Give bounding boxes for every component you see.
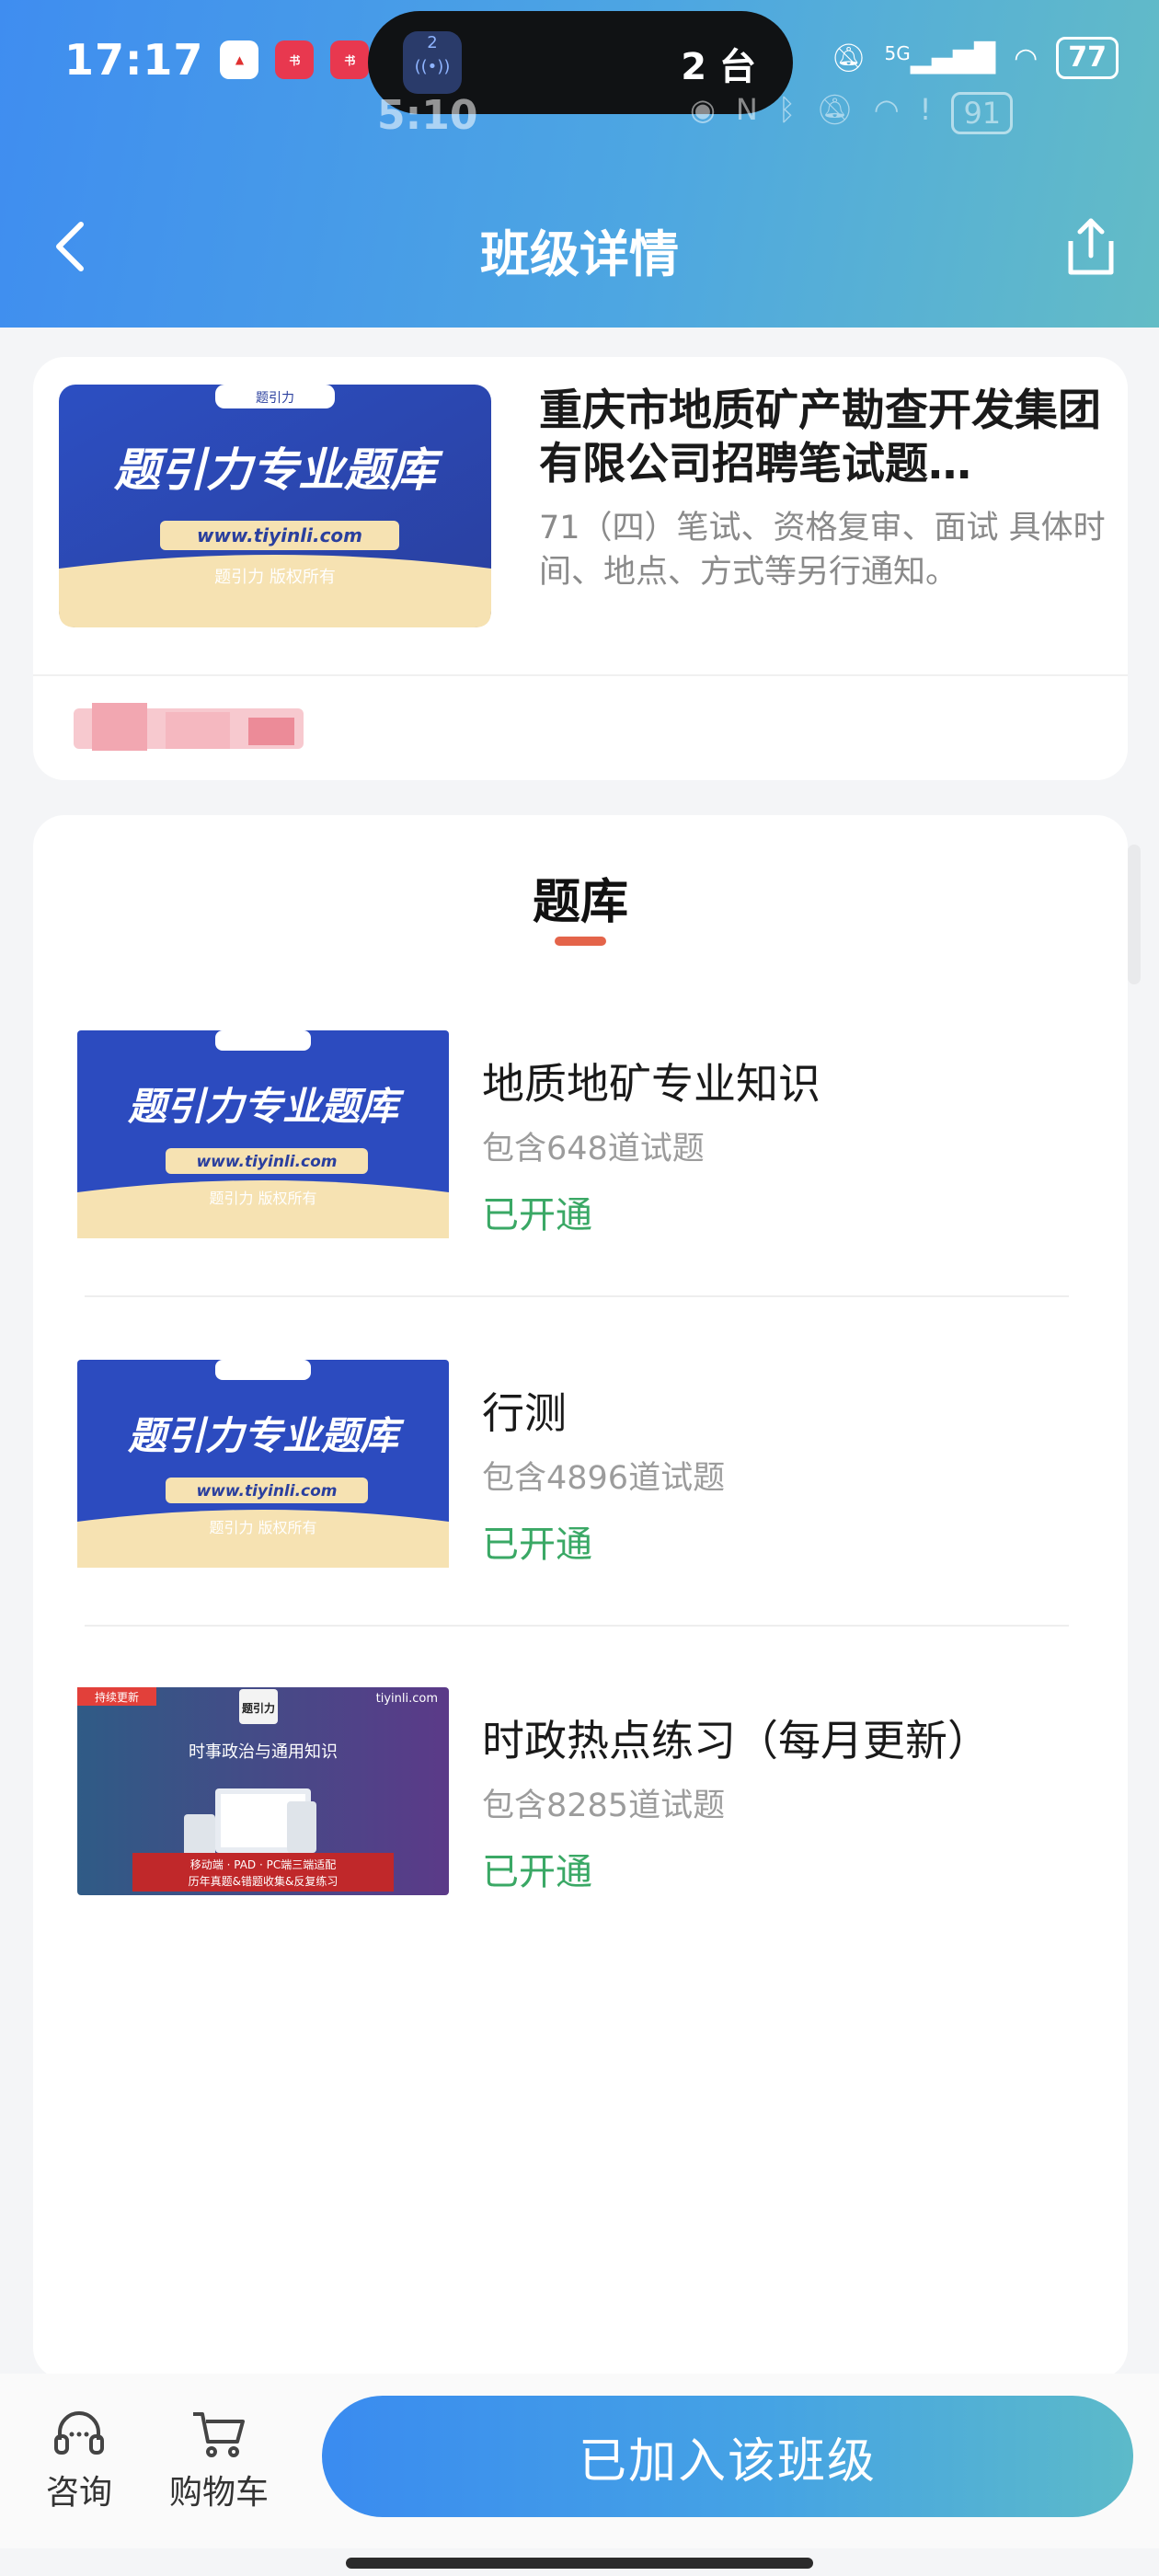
alert-icon: ! [919,92,932,127]
cover-url: www.tiyinli.com [197,524,362,546]
cart-label: 购物车 [169,2474,270,2512]
item-status: 已开通 [482,1851,592,1893]
battery-indicator: 77 [1056,37,1119,79]
ghost-status-time: 5:10 [377,92,478,139]
eye-icon: ◉ [690,92,716,127]
headset-icon [54,2411,104,2455]
wifi-icon: ◠ [1014,41,1039,75]
cover-line1: 移动端 · PAD · PC端三端适配 [190,1858,336,1871]
question-bank-item[interactable]: 持续更新 题引力 tiyinli.com 时事政治与通用知识 移动端 · PAD… [77,1687,1107,1904]
price-blurred [74,703,304,751]
cart-icon [193,2412,245,2457]
status-time: 17:17 [64,35,204,85]
cover-line2: 历年真题&错题收集&反复练习 [189,1874,339,1888]
cover-title: 题引力专业题库 [113,443,443,497]
cover-heading: 时事政治与通用知识 [189,1742,338,1762]
item-cover-copyright: 题引力 版权所有 [209,1190,316,1207]
bluetooth-icon: ᛒ [777,92,797,127]
item-name: 时政热点练习（每月更新） [482,1716,990,1765]
status-bar-right: 🔕︎ 5G▂▄▆█ ◠ 77 [831,37,1119,79]
cover-logo: 题引力 [242,1701,275,1715]
consult-button[interactable]: 咨询 [46,2409,112,2513]
broadcast-icon: 2 ((•)) [403,31,462,94]
question-bank-item[interactable]: 题引力专业题库 www.tiyinli.com 题引力 版权所有 行测 包含48… [77,1360,1107,1577]
xiaohongshu-icon-2: 书 [330,40,370,79]
header: 17:17 ▲ 书 书 2 ((•)) 2 台 🔕︎ 5G▂▄▆█ ◠ 77 5:… [0,0,1159,328]
signal-icon: 5G▂▄▆█ [884,41,996,75]
consult-label: 咨询 [46,2474,113,2512]
item-cover-copyright: 题引力 版权所有 [209,1519,316,1536]
app-notification-icon: ▲ [220,40,259,79]
cover-brand: 题引力 [256,391,294,406]
item-status: 已开通 [482,1194,592,1236]
page-title: 班级详情 [480,225,679,283]
question-bank-item[interactable]: 题引力专业题库 www.tiyinli.com 题引力 版权所有 地质地矿专业知… [77,1030,1107,1248]
item-cover-url: www.tiyinli.com [196,1482,337,1501]
ghost-status-icons: ◉ N ᛒ 🔕︎ ◠ ! 91 [690,92,1014,134]
class-title: 重庆市地质矿产勘查开发集团有限公司招聘笔试题… [539,385,1101,489]
status-bar-left: 17:17 ▲ 书 书 [64,35,370,85]
item-count: 包含4896道试题 [482,1460,726,1497]
home-indicator[interactable] [346,2558,813,2569]
cover-site: tiyinli.com [376,1692,438,1706]
network-label: 5G [884,41,911,64]
ghost-wifi-icon: ◠ [873,92,900,127]
item-cover-title: 题引力专业题库 [127,1084,405,1129]
item-count: 包含8285道试题 [482,1788,726,1824]
cart-button[interactable]: 购物车 [169,2409,269,2513]
item-cover-image: 持续更新 题引力 tiyinli.com 时事政治与通用知识 移动端 · PAD… [77,1687,449,1895]
tab-underline [555,937,606,946]
island-text: 2 台 [681,46,756,88]
item-cover-url: www.tiyinli.com [196,1153,337,1171]
class-description: 71（四）笔试、资格复审、面试 具体时间、地点、方式等另行通知。 [539,510,1106,591]
xiaohongshu-icon: 书 [275,40,315,79]
ghost-battery: 91 [951,92,1014,134]
join-class-button[interactable]: 已加入该班级 [322,2396,1133,2517]
bottom-action-bar: 咨询 购物车 已加入该班级 [0,2374,1159,2548]
divider [33,674,1128,676]
nfc-icon: N [735,92,758,127]
cover-copyright: 题引力 版权所有 [214,568,336,587]
share-icon [1068,218,1114,275]
item-cover-image: 题引力专业题库 www.tiyinli.com 题引力 版权所有 [77,1030,449,1238]
bell-off-icon: 🔕︎ [816,92,854,127]
item-name: 行测 [482,1388,567,1438]
question-bank-title: 题库 [532,875,628,930]
item-cover-title: 题引力专业题库 [127,1413,405,1458]
item-name: 地质地矿专业知识 [482,1059,820,1109]
scrollbar[interactable] [1128,845,1141,984]
item-divider [85,1625,1069,1627]
island-count: 2 [427,33,438,52]
cover-tag: 持续更新 [95,1690,139,1704]
class-info-card: 题引力 题引力专业题库 www.tiyinli.com 题引力 版权所有 重庆市… [33,357,1128,780]
question-bank-card: 题库 题引力专业题库 www.tiyinli.com 题引力 版权所有 地质地矿… [33,815,1128,2379]
mute-icon: 🔕︎ [831,41,866,75]
share-button[interactable] [1065,217,1117,276]
class-cover-image: 题引力 题引力专业题库 www.tiyinli.com 题引力 版权所有 [59,385,491,627]
item-divider [85,1295,1069,1297]
item-cover-image: 题引力专业题库 www.tiyinli.com 题引力 版权所有 [77,1360,449,1568]
item-count: 包含648道试题 [482,1131,705,1167]
item-status: 已开通 [482,1524,592,1566]
